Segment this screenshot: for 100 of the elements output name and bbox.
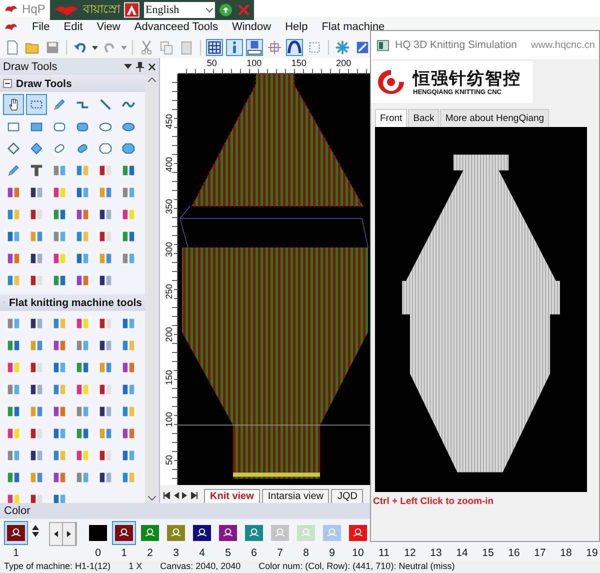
arrow-up-icon[interactable] (219, 3, 232, 17)
color-number: 15 (482, 547, 494, 559)
color-number: 19 (586, 547, 598, 559)
view-tab[interactable]: Intarsia view (262, 489, 330, 503)
view-tab[interactable]: Knit view (204, 489, 260, 503)
window-icon (377, 40, 389, 50)
knit-pattern-drawing[interactable] (178, 74, 372, 485)
ruler-label: 100 (246, 58, 262, 68)
save-icon[interactable] (44, 39, 61, 56)
color-number: 4 (199, 547, 205, 559)
ruler-label: 200 (336, 58, 352, 68)
ruler-label: 450 (164, 114, 174, 130)
window-title: HQ 3D Knitting Simulation (395, 39, 517, 51)
close-icon[interactable] (148, 62, 156, 70)
keyboard-mode-label[interactable]: বায়াস্রো (83, 0, 120, 20)
stitch-icon (196, 527, 208, 539)
color-number: 8 (303, 547, 309, 559)
color-number: 18 (560, 547, 572, 559)
panel-title: Draw Tools (3, 60, 58, 72)
view-tab[interactable]: Back (408, 109, 440, 127)
color-number: 10 (352, 547, 364, 559)
spin-up-icon[interactable] (32, 525, 39, 530)
menu-item[interactable]: Help (285, 21, 308, 33)
color-number: 3 (173, 547, 179, 559)
color-number: 9 (329, 547, 335, 559)
grid-icon[interactable] (206, 39, 223, 56)
stitch-icon (248, 527, 260, 539)
ruler-label: 150 (291, 58, 306, 68)
stitch-icon (118, 527, 130, 539)
menu-item[interactable]: Advanceed Tools (134, 21, 218, 33)
snowflake-icon[interactable] (334, 39, 351, 56)
dropdown-caret-icon[interactable] (124, 64, 132, 69)
pin-icon[interactable] (136, 62, 144, 72)
status-text: 1 X (128, 561, 142, 572)
ruler-label: 300 (164, 242, 174, 257)
current-color-swatch[interactable] (4, 521, 28, 545)
info-icon[interactable] (226, 39, 243, 56)
menu-item[interactable]: Edit (64, 21, 83, 33)
ruler-label: 400 (164, 156, 174, 172)
layout-icon[interactable] (124, 2, 140, 18)
ruler-label: 200 (164, 327, 174, 342)
panel-title: Color (4, 505, 30, 517)
brand-name: 恒强针纺智控 (413, 68, 521, 88)
color-number: 1 (121, 547, 127, 559)
knitted-garment-drawing[interactable] (375, 127, 587, 492)
color-number: 16 (508, 547, 520, 559)
ruler-label: 100 (164, 412, 174, 428)
app-logo-icon (4, 21, 18, 33)
ruler-label: 250 (164, 284, 174, 300)
color-number: 1 (13, 547, 19, 559)
color-number: 12 (404, 547, 416, 559)
status-text: Color num: (Col, Row): (441, 710): Neutral (miss) (258, 561, 455, 572)
last-page-icon[interactable] (191, 492, 198, 498)
caret-icon[interactable] (92, 46, 98, 50)
color-number: 14 (456, 547, 468, 559)
stitch-icon (144, 527, 156, 539)
color-swatch[interactable] (112, 521, 136, 545)
color-number: 7 (277, 547, 283, 559)
hint-text: Ctrl + Left Click to zoom-in (372, 495, 495, 509)
color-number: 13 (430, 547, 442, 559)
hand-icon[interactable] (3, 94, 24, 115)
menu-item[interactable]: Window (232, 21, 272, 33)
edit-icon[interactable] (354, 39, 371, 56)
stitch-icon (10, 527, 22, 539)
menu-item[interactable]: File (32, 21, 50, 33)
menu-item[interactable]: Flat machine (322, 21, 385, 33)
color-number: 11 (378, 547, 390, 559)
color-number: 5 (225, 547, 231, 559)
ruler-label: 150 (164, 370, 174, 385)
spin-down-icon[interactable] (32, 532, 39, 537)
scroll-up-icon[interactable] (148, 77, 156, 82)
view-tab[interactable]: Front (375, 109, 408, 127)
crosshair-icon[interactable] (266, 39, 283, 56)
stitch-icon (222, 527, 234, 539)
window-title: HqP (22, 2, 46, 16)
stitch-icon (274, 527, 286, 539)
previous-icon[interactable] (173, 492, 179, 498)
stitch-icon (170, 527, 182, 539)
layout-dropdown[interactable]: English (144, 2, 215, 18)
ruler-label: 350 (164, 199, 174, 214)
color-number: 0 (95, 547, 101, 559)
view-tab[interactable]: JQD (331, 489, 364, 503)
website-url: www.hqcnc.cn (530, 40, 595, 50)
stitch-icon (326, 527, 338, 539)
first-page-icon[interactable] (163, 492, 170, 498)
status-text: Type of machine: H1-1(12) (4, 561, 111, 572)
next-icon[interactable] (182, 492, 188, 498)
color-number: 17 (534, 547, 546, 559)
chip-icon[interactable] (246, 39, 263, 56)
scroll-down-icon[interactable] (148, 496, 156, 501)
stitch-icon (300, 527, 312, 539)
ruler-label: 50 (164, 454, 174, 465)
stitch-icon (352, 527, 364, 539)
arch-icon[interactable] (286, 39, 303, 56)
color-number: 6 (251, 547, 257, 559)
collapse-icon[interactable] (3, 79, 12, 88)
color-number: 2 (147, 547, 153, 559)
view-tab[interactable]: More about HengQiang (440, 109, 550, 127)
menu-item[interactable]: View (96, 21, 120, 33)
dropdown-caret-icon[interactable] (206, 8, 213, 12)
